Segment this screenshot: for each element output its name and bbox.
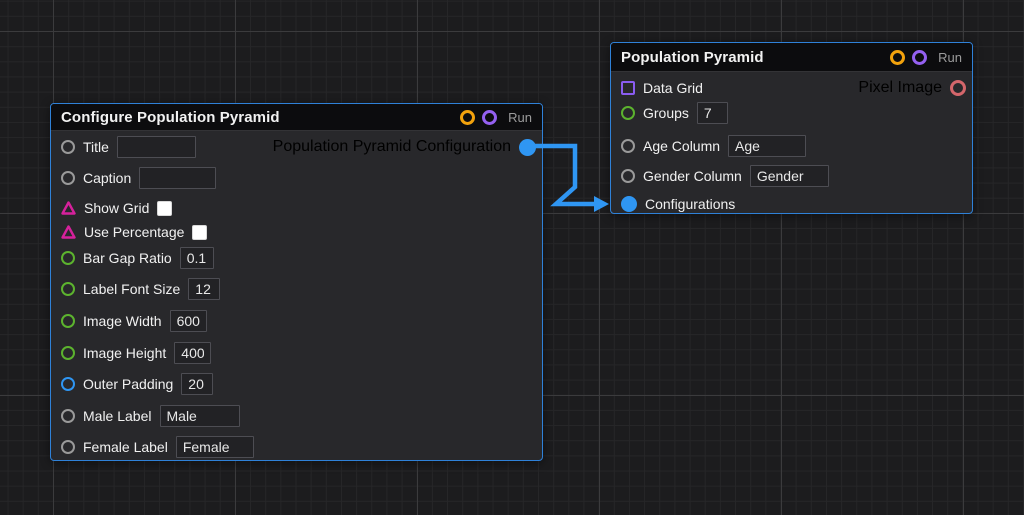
image-width-field[interactable] bbox=[169, 310, 207, 332]
row-label: Label Font Size bbox=[83, 281, 181, 297]
configurations-input-port[interactable] bbox=[621, 196, 637, 212]
row-label: Gender Column bbox=[643, 168, 742, 184]
canvas-background[interactable]: { "configure_node": { "title": "Configur… bbox=[0, 0, 1024, 515]
gender-column-field[interactable] bbox=[749, 165, 829, 187]
node-header[interactable]: Configure Population Pyramid Run bbox=[51, 104, 542, 131]
image-height-field[interactable] bbox=[174, 342, 212, 364]
caption-input-port[interactable] bbox=[61, 171, 75, 185]
row-label: Image Width bbox=[83, 313, 162, 329]
row-label: Female Label bbox=[83, 439, 168, 455]
label-font-size-input-port[interactable] bbox=[61, 282, 75, 296]
groups-field[interactable] bbox=[696, 102, 728, 124]
output-label: Population Pyramid Configuration bbox=[272, 138, 511, 155]
title-input-port[interactable] bbox=[61, 140, 75, 154]
outer-padding-field[interactable] bbox=[181, 373, 214, 395]
node-title: Configure Population Pyramid bbox=[61, 108, 280, 126]
row-label: Data Grid bbox=[643, 80, 703, 96]
bar-gap-ratio-field[interactable] bbox=[179, 247, 214, 269]
caption-field[interactable] bbox=[139, 167, 217, 189]
show-grid-input-port[interactable] bbox=[61, 201, 76, 215]
status-dot-orange-icon bbox=[460, 109, 476, 125]
label-font-size-field[interactable] bbox=[188, 278, 221, 300]
status-dot-purple-icon bbox=[912, 49, 928, 65]
wire-arrowhead-icon bbox=[594, 196, 609, 212]
status-dot-orange-icon bbox=[890, 49, 906, 65]
row-label: Caption bbox=[83, 170, 132, 186]
output-label: Pixel Image bbox=[858, 79, 942, 96]
male-label-input-port[interactable] bbox=[61, 409, 75, 423]
configuration-output-port[interactable] bbox=[519, 138, 536, 156]
row-label: Configurations bbox=[645, 196, 736, 212]
node-header[interactable]: Population Pyramid Run bbox=[611, 43, 972, 72]
population-pyramid-node[interactable]: Population Pyramid Run Data Grid Pixel I… bbox=[610, 42, 973, 214]
female-label-field[interactable] bbox=[175, 436, 254, 458]
row-label: Male Label bbox=[83, 408, 152, 424]
male-label-field[interactable] bbox=[159, 405, 240, 427]
row-label: Groups bbox=[643, 105, 689, 121]
groups-input-port[interactable] bbox=[621, 106, 635, 120]
show-grid-checkbox[interactable] bbox=[157, 200, 173, 216]
data-grid-input-port[interactable] bbox=[621, 81, 635, 95]
age-column-input-port[interactable] bbox=[621, 139, 635, 153]
row-label: Use Percentage bbox=[84, 224, 185, 240]
image-width-input-port[interactable] bbox=[61, 314, 75, 328]
pixel-image-output-port[interactable] bbox=[950, 80, 966, 96]
status-dot-purple-icon bbox=[482, 109, 498, 125]
image-height-input-port[interactable] bbox=[61, 346, 75, 360]
outer-padding-input-port[interactable] bbox=[61, 377, 75, 391]
node-title: Population Pyramid bbox=[621, 48, 764, 66]
row-label: Title bbox=[83, 139, 109, 155]
use-percentage-checkbox[interactable] bbox=[192, 224, 208, 240]
title-field[interactable] bbox=[116, 136, 196, 158]
run-button[interactable]: Run bbox=[508, 110, 532, 125]
use-percentage-input-port[interactable] bbox=[61, 225, 76, 239]
bar-gap-ratio-input-port[interactable] bbox=[61, 251, 75, 265]
row-label: Bar Gap Ratio bbox=[83, 250, 172, 266]
female-label-input-port[interactable] bbox=[61, 440, 75, 454]
row-label: Image Height bbox=[83, 345, 167, 361]
run-button[interactable]: Run bbox=[938, 50, 962, 65]
age-column-field[interactable] bbox=[728, 135, 807, 157]
row-label: Outer Padding bbox=[83, 376, 174, 392]
row-label: Show Grid bbox=[84, 200, 150, 216]
row-label: Age Column bbox=[643, 138, 721, 154]
wire-path[interactable] bbox=[534, 143, 595, 207]
gender-column-input-port[interactable] bbox=[621, 169, 635, 183]
configure-population-pyramid-node[interactable]: Configure Population Pyramid Run Title C… bbox=[50, 103, 543, 461]
